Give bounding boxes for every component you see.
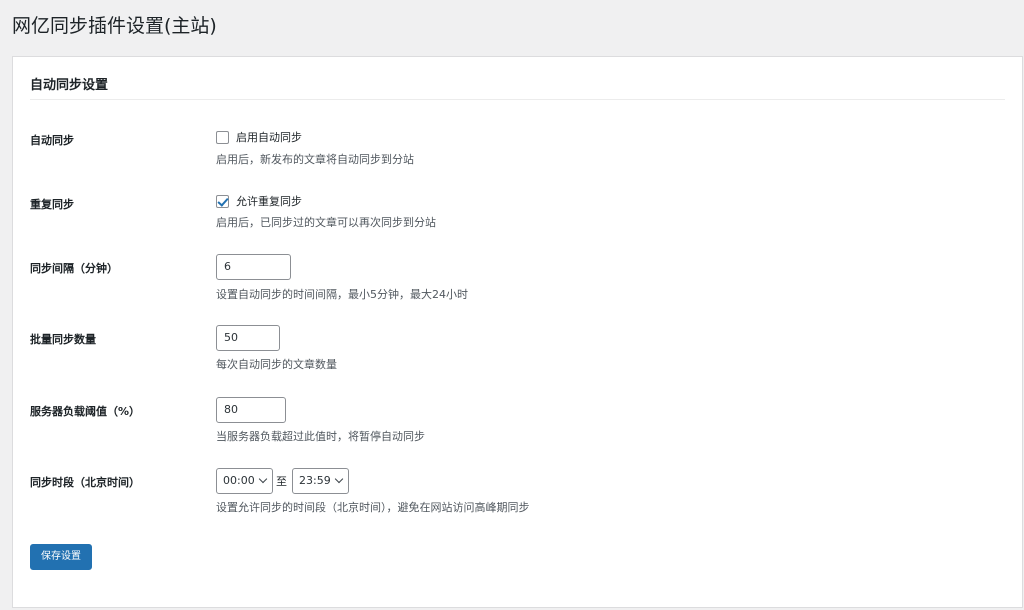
sync-start-value: 00:00 [223,474,255,487]
batch-count-input[interactable]: 50 [216,325,280,351]
repeat-sync-checkbox-row[interactable]: 允许重复同步 [216,193,302,209]
section-divider [30,99,1005,100]
sync-period-description: 设置允许同步的时间段（北京时间），避免在网站访问高峰期同步 [216,501,530,514]
sync-period-label: 同步时段（北京时间） [30,476,140,489]
repeat-sync-checkbox-label[interactable]: 允许重复同步 [236,193,302,209]
auto-sync-checkbox-row[interactable]: 启用自动同步 [216,129,302,145]
chevron-down-icon [334,474,344,484]
sync-end-select[interactable]: 23:59 [292,468,349,494]
sync-interval-label: 同步间隔（分钟） [30,262,118,275]
settings-card: 自动同步设置 自动同步 启用自动同步 启用后，新发布的文章将自动同步到分站 重复… [12,56,1023,608]
sync-period-to-label: 至 [276,475,287,488]
batch-count-description: 每次自动同步的文章数量 [216,358,337,371]
sync-end-value: 23:59 [299,474,331,487]
auto-sync-description: 启用后，新发布的文章将自动同步到分站 [216,153,414,166]
load-threshold-label: 服务器负载阈值（%） [30,405,141,418]
repeat-sync-label: 重复同步 [30,198,74,211]
repeat-sync-checkbox[interactable] [216,194,229,208]
section-title: 自动同步设置 [30,78,109,93]
load-threshold-description: 当服务器负载超过此值时，将暂停自动同步 [216,430,425,443]
sync-interval-description: 设置自动同步的时间间隔，最小5分钟，最大24小时 [216,288,468,301]
chevron-down-icon [258,474,268,484]
sync-start-select[interactable]: 00:00 [216,468,273,494]
auto-sync-label: 自动同步 [30,134,74,147]
batch-count-label: 批量同步数量 [30,333,96,346]
save-button[interactable]: 保存设置 [30,544,92,570]
auto-sync-checkbox-label[interactable]: 启用自动同步 [236,129,302,145]
auto-sync-checkbox[interactable] [216,130,229,144]
repeat-sync-description: 启用后，已同步过的文章可以再次同步到分站 [216,216,436,229]
load-threshold-input[interactable]: 80 [216,397,286,423]
page-title: 网亿同步插件设置(主站) [12,15,217,37]
sync-interval-input[interactable]: 6 [216,254,291,280]
